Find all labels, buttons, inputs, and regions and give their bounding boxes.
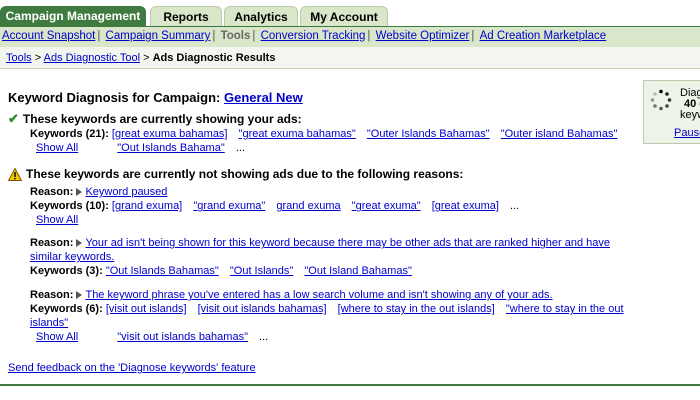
breadcrumb-current: Ads Diagnostic Results [152,52,276,64]
diagnosis-panel: Keyword Diagnosis for Campaign: General … [8,90,633,344]
reason-link[interactable]: Your ad isn't being shown for this keywo… [30,237,610,263]
reason-row: Reason: The keyword phrase you've entere… [30,288,633,302]
keywords-count-label: Keywords (21): [30,128,109,140]
tab-analytics[interactable]: Analytics [224,6,298,26]
keyword-link[interactable]: "great exuma bahamas" [239,128,356,140]
showing-keywords-row: Keywords (21): [great exuma bahamas] "gr… [30,127,633,141]
subnav-website-optimizer[interactable]: Website Optimizer [376,30,470,42]
not-showing-heading: These keywords are currently not showing… [8,167,633,182]
expand-arrow-icon[interactable] [76,188,83,197]
tab-campaign-management[interactable]: Campaign Management [0,6,146,26]
showing-heading: ✔ These keywords are currently showing yo… [8,111,302,126]
keywords-count-label: Keywords (6): [30,303,103,316]
subnav-tools[interactable]: Tools [221,30,251,42]
keyword-link[interactable]: [where to stay in the out islands] [338,303,495,315]
footer-divider [0,384,700,386]
keyword-link[interactable]: [visit out islands] [106,303,187,315]
keywords-row: Keywords (6): [visit out islands] [visit… [30,302,633,330]
warning-icon [8,168,22,182]
keyword-link[interactable]: [grand exuma] [112,200,182,212]
top-tabs: Campaign Management Reports Analytics My… [0,0,700,26]
keyword-link[interactable]: grand exuma [276,200,340,212]
reason-label: Reason: [30,289,74,302]
keyword-link[interactable]: "great exuma" [352,200,421,212]
subnav-ad-creation-marketplace[interactable]: Ad Creation Marketplace [480,30,607,42]
keyword-link[interactable]: "Out Islands Bahama" [117,142,224,154]
keywords-count-label: Keywords (3): [30,265,103,278]
keywords-count-label: Keywords (10): [30,200,109,213]
show-all-link[interactable]: Show All [36,141,78,155]
show-all-link[interactable]: Show All [36,213,78,227]
showing-keywords-row-2: Show All "Out Islands Bahama" ... [30,141,633,155]
subnav-campaign-summary[interactable]: Campaign Summary [106,30,211,42]
tab-reports[interactable]: Reports [150,6,222,26]
keyword-link[interactable]: [great exuma] [432,200,499,212]
subnav-account-snapshot[interactable]: Account Snapshot [2,30,95,42]
campaign-link[interactable]: General New [224,90,303,105]
breadcrumb: Tools > Ads Diagnostic Tool > Ads Diagno… [0,47,700,69]
expand-arrow-icon[interactable] [76,239,83,248]
reason-label: Reason: [30,186,74,199]
subnav-conversion-tracking[interactable]: Conversion Tracking [261,30,366,42]
keyword-link[interactable]: [great exuma bahamas] [112,128,228,140]
diagnosis-status-box: Diag 40 c keyw Pause [643,80,700,144]
reason-label: Reason: [30,237,74,250]
keyword-link[interactable]: "Outer Islands Bahamas" [367,128,490,140]
reason-row: Reason: Your ad isn't being shown for th… [30,236,633,264]
keyword-link[interactable]: "Out Islands" [230,265,293,277]
loading-spinner-icon [650,89,672,111]
keyword-link[interactable]: "grand exuma" [193,200,265,212]
keyword-link[interactable]: "Outer island Bahamas" [501,128,618,140]
keywords-row: Keywords (3): "Out Islands Bahamas" "Out… [30,264,633,278]
more-ellipsis: ... [510,200,520,213]
keyword-link[interactable]: "Out Islands Bahamas" [106,265,219,277]
keywords-row: Keywords (10): [grand exuma] "grand exum… [30,199,633,213]
reason-link[interactable]: Keyword paused [85,186,167,198]
reason-row: Reason: Keyword paused [30,185,633,199]
keyword-link[interactable]: [visit out islands bahamas] [198,303,327,315]
title-prefix: Keyword Diagnosis for Campaign: [8,90,221,105]
expand-arrow-icon[interactable] [76,291,83,300]
show-all-row: Show All [30,213,633,227]
pause-link[interactable]: Pause [674,127,700,139]
checkmark-icon: ✔ [8,111,19,126]
status-text: keyw [680,109,700,121]
more-ellipsis: ... [235,142,245,154]
show-all-link[interactable]: Show All [36,330,78,344]
breadcrumb-ads-diagnostic-tool[interactable]: Ads Diagnostic Tool [44,52,140,64]
breadcrumb-tools[interactable]: Tools [6,52,32,64]
keyword-link[interactable]: "visit out islands bahamas" [117,331,248,343]
keyword-link[interactable]: "Out Island Bahamas" [304,265,411,277]
sub-navigation: Account Snapshot | Campaign Summary | Tool… [0,26,700,47]
page-title: Keyword Diagnosis for Campaign: General … [8,90,633,105]
reason-link[interactable]: The keyword phrase you've entered has a … [85,289,552,301]
feedback-link[interactable]: Send feedback on the 'Diagnose keywords'… [8,362,256,374]
keywords-row-2: Show All "visit out islands bahamas" ... [30,330,633,344]
more-ellipsis: ... [259,331,269,344]
tab-my-account[interactable]: My Account [300,6,388,26]
